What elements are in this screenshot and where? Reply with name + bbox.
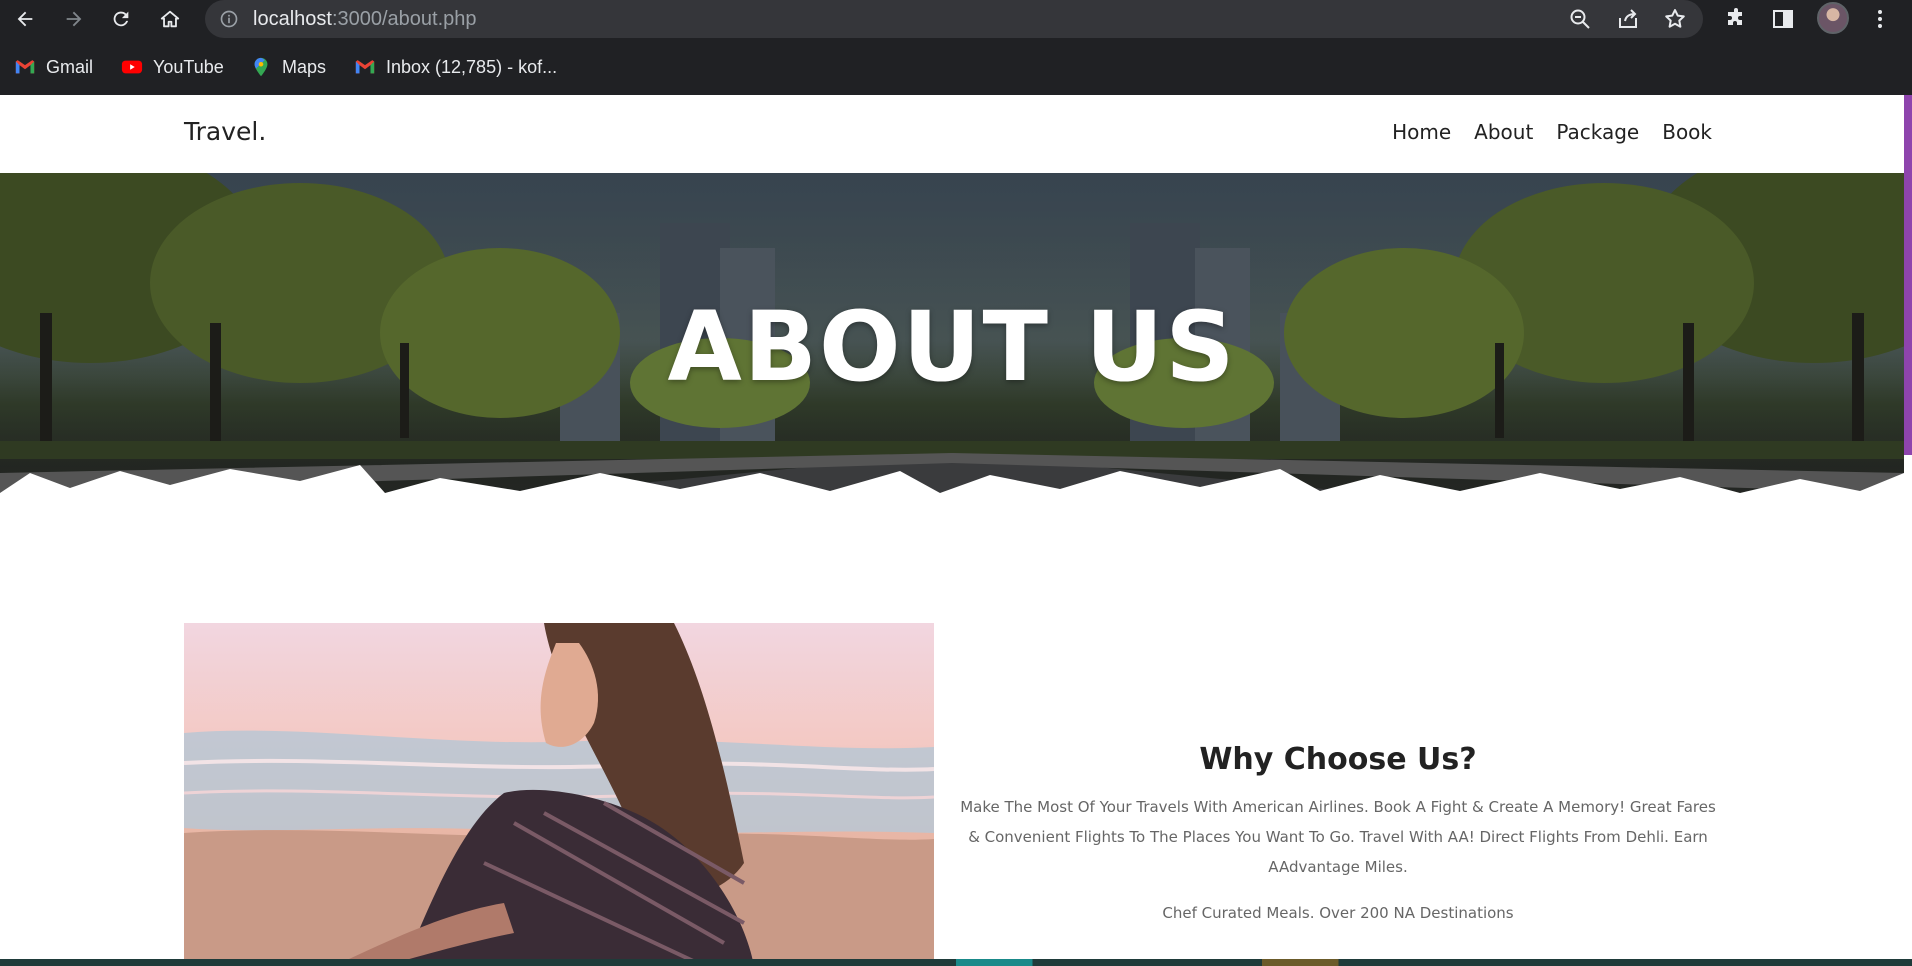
menu-button[interactable]	[1867, 6, 1893, 32]
bookmarks-bar: Gmail YouTube Maps Inbox (12,785) - kof.…	[0, 48, 1912, 84]
home-button[interactable]	[156, 5, 184, 33]
nav-link-about[interactable]: About	[1474, 120, 1533, 144]
reload-icon	[113, 11, 129, 27]
gmail-icon	[15, 60, 35, 74]
youtube-icon	[121, 60, 143, 74]
browser-toolbar: localhost:3000/about.php	[0, 0, 1912, 38]
share-icon	[1619, 9, 1637, 28]
side-panel-icon	[1773, 10, 1793, 28]
site-header: Travel. Home About Package Book	[0, 95, 1904, 173]
bookmark-label: Gmail	[46, 56, 94, 77]
puzzle-icon	[1728, 8, 1742, 25]
hero-banner: ABOUT US	[0, 173, 1904, 545]
address-bar[interactable]: localhost:3000/about.php	[205, 0, 1703, 38]
site-nav: Home About Package Book	[1392, 120, 1712, 144]
forward-button[interactable]	[60, 5, 88, 33]
share-button[interactable]	[1616, 7, 1640, 31]
nav-link-book[interactable]: Book	[1662, 120, 1712, 144]
about-image	[184, 623, 934, 966]
why-choose-us-text: Make The Most Of Your Travels With Ameri…	[960, 798, 1716, 876]
nav-link-home[interactable]: Home	[1392, 120, 1451, 144]
home-icon	[160, 10, 180, 28]
star-icon	[1665, 9, 1685, 28]
gmail-icon	[355, 60, 375, 74]
zoom-button[interactable]	[1568, 7, 1592, 31]
why-choose-us-heading: Why Choose Us?	[1199, 742, 1477, 777]
bookmark-label: Maps	[282, 56, 327, 77]
bookmark-gmail[interactable]: Gmail	[14, 54, 93, 80]
maps-icon	[254, 57, 268, 77]
bottom-strip	[0, 959, 1912, 966]
arrow-left-icon	[17, 11, 33, 27]
url-path: :3000/about.php	[331, 8, 477, 30]
arrow-right-icon	[66, 11, 82, 27]
site-logo[interactable]: Travel.	[184, 117, 266, 146]
info-icon[interactable]	[219, 9, 239, 29]
page-viewport: Travel. Home About Package Book ABOUT US…	[0, 95, 1912, 966]
bookmark-maps[interactable]: Maps	[250, 54, 326, 80]
extensions-button[interactable]	[1723, 6, 1749, 32]
back-button[interactable]	[11, 5, 39, 33]
why-choose-us-subtext: Chef Curated Meals. Over 200 NA Destinat…	[1162, 904, 1514, 922]
bookmark-label: Inbox (12,785) - kof...	[386, 56, 558, 77]
bookmark-label: YouTube	[153, 56, 224, 77]
zoom-out-icon	[1570, 9, 1590, 29]
bookmark-youtube[interactable]: YouTube	[121, 54, 224, 80]
bookmark-star-button[interactable]	[1663, 7, 1687, 31]
woman-beach-photo	[184, 623, 934, 966]
url-text[interactable]: localhost:3000/about.php	[253, 8, 477, 31]
browser-chrome: localhost:3000/about.php Gmail YouTube M…	[0, 0, 1912, 95]
nav-link-package[interactable]: Package	[1556, 120, 1639, 144]
hero-title: ABOUT US	[667, 291, 1237, 403]
scrollbar-thumb[interactable]	[1904, 95, 1912, 455]
reload-button[interactable]	[107, 5, 135, 33]
kebab-menu-icon	[1878, 10, 1882, 28]
url-host: localhost	[253, 8, 332, 30]
side-panel-button[interactable]	[1770, 6, 1796, 32]
bookmark-inbox[interactable]: Inbox (12,785) - kof...	[354, 54, 557, 80]
profile-avatar[interactable]	[1817, 2, 1849, 34]
